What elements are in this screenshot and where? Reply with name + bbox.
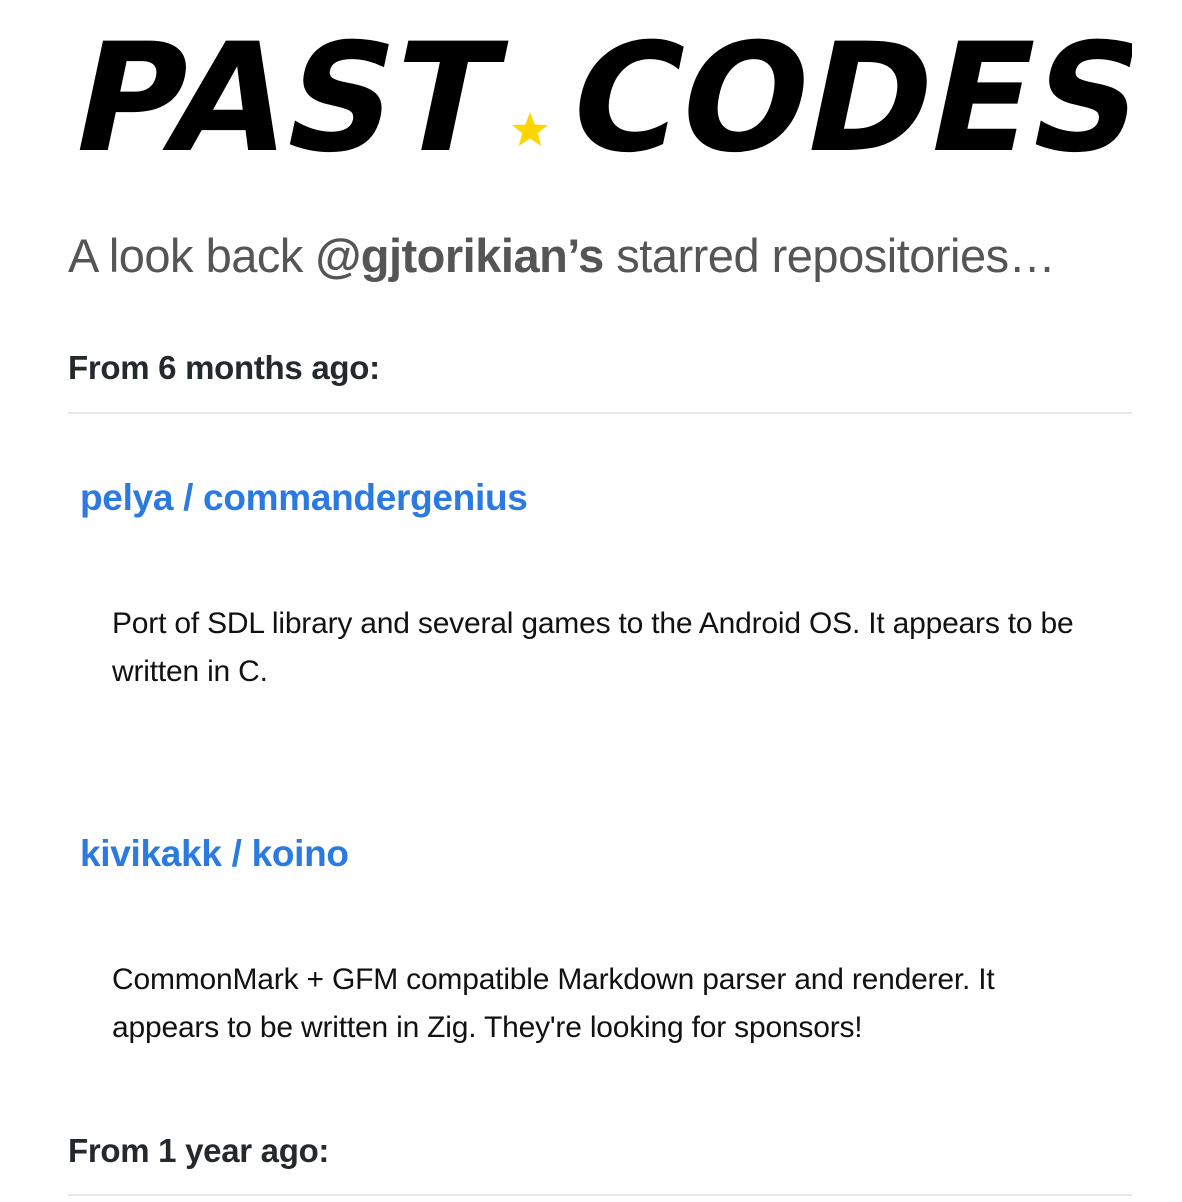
star-icon — [512, 112, 548, 146]
page-tagline: A look back @gjtorikian’s starred reposi… — [68, 226, 1056, 286]
repo-description: Port of SDL library and several games to… — [112, 607, 1074, 688]
logo-right-text: CODES — [555, 28, 1132, 158]
site-logo[interactable]: PAST CODES — [68, 28, 1132, 158]
tagline-prefix: A look back — [68, 229, 316, 282]
repo-description: CommonMark + GFM compatible Markdown par… — [112, 963, 995, 1044]
section-divider — [68, 1194, 1132, 1196]
section-heading-1-year: From 1 year ago: — [68, 1132, 330, 1169]
logo-left-text: PAST — [68, 28, 516, 158]
section-divider — [68, 412, 1132, 414]
tagline-suffix: starred repositories… — [603, 229, 1056, 282]
logo-graphic: PAST CODES — [68, 28, 1132, 158]
repo-link-commandergenius[interactable]: pelya / commandergenius — [80, 474, 528, 522]
repo-link-koino[interactable]: kivikakk / koino — [80, 830, 349, 878]
section-heading-6-months: From 6 months ago: — [68, 349, 380, 386]
tagline-username: @gjtorikian’s — [315, 229, 604, 282]
